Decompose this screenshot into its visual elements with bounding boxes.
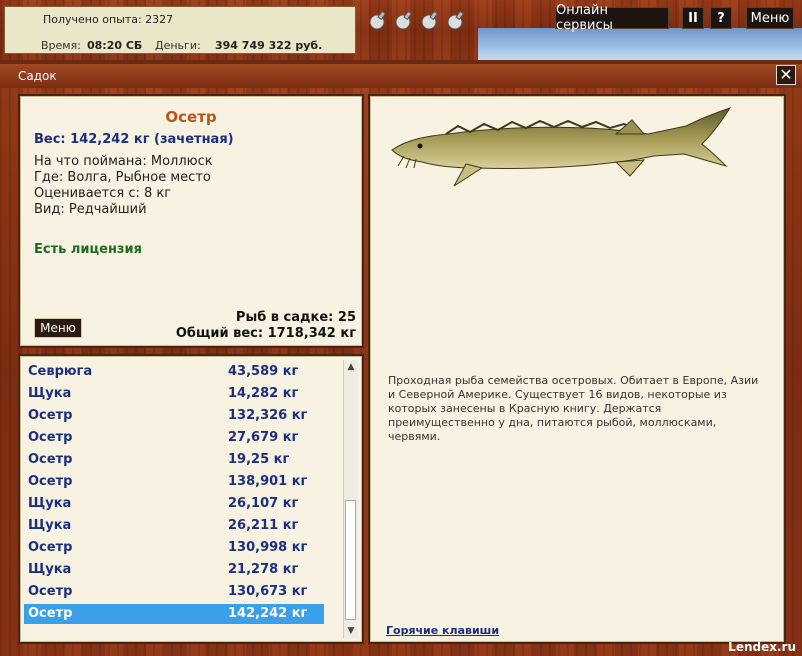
list-item[interactable]: Щука 26,211 кг [24,516,324,536]
bait-jar-icon[interactable] [420,10,440,30]
list-scrollbar[interactable]: ▲ ▼ [343,360,358,638]
sturgeon-image [391,107,732,187]
window-title: Садок [18,69,57,83]
scroll-thumb[interactable] [345,500,356,620]
list-item[interactable]: Осетр 142,242 кг [24,604,324,624]
list-item-weight: 19,25 кг [228,452,290,467]
list-item-fish-name: Щука [28,518,72,533]
list-item[interactable]: Щука 21,278 кг [24,560,324,580]
list-item-fish-name: Осетр [28,584,73,599]
list-item-fish-name: Севрюга [28,364,93,379]
list-item-weight: 21,278 кг [228,562,299,577]
license-status: Есть лицензия [34,242,142,257]
list-item-fish-name: Щука [28,386,72,401]
list-item-fish-name: Осетр [28,408,73,423]
fish-info-panel: Осетр Вес: 142,242 кг (зачетная) На что … [18,94,364,348]
watermark: Lendex.ru [728,640,796,654]
list-item[interactable]: Щука 26,107 кг [24,494,324,514]
help-button[interactable]: ? [710,7,732,29]
fish-list-panel: Севрюга 43,589 кг Щука 14,282 кг Осетр 132,32… [18,354,364,644]
rated-from-text: Оценивается с: 8 кг [34,186,172,201]
list-item[interactable]: Осетр 138,901 кг [24,472,324,492]
money-label: Деньги: [155,39,201,52]
time-label: Время: [41,39,81,52]
fish-name: Осетр [165,108,217,126]
scroll-up-arrow-icon[interactable]: ▲ [344,360,358,374]
rarity-text: Вид: Редчайший [34,202,147,217]
fish-count: Рыб в садке: 25 [235,310,356,325]
fish-description-text: Проходная рыба семейства осетровых. Обит… [388,374,759,443]
time-value: 08:20 СБ [87,39,143,52]
scroll-down-arrow-icon[interactable]: ▼ [344,624,358,638]
list-item-weight: 138,901 кг [228,474,308,489]
status-panel: Получено опыта: 2327 Время: 08:20 СБ Ден… [4,6,356,54]
list-item-weight: 130,673 кг [228,584,308,599]
list-item-fish-name: Щука [28,496,72,511]
list-item-weight: 142,242 кг [228,606,308,621]
close-button[interactable]: ✕ [776,65,796,85]
list-item-fish-name: Осетр [28,474,73,489]
list-item-fish-name: Осетр [28,606,73,621]
list-item-weight: 130,998 кг [228,540,308,555]
money-value: 394 749 322 руб. [215,39,323,52]
bait-jar-icon[interactable] [368,10,388,30]
pause-button[interactable]: II [682,7,704,29]
list-item-weight: 14,282 кг [228,386,299,401]
fish-weight: Вес: 142,242 кг (зачетная) [34,132,234,147]
fish-description-panel: Проходная рыба семейства осетровых. Обит… [368,94,786,644]
fish-menu-button[interactable]: Меню [34,318,82,338]
list-item-fish-name: Осетр [28,430,73,445]
list-item[interactable]: Осетр 27,679 кг [24,428,324,448]
online-services-button[interactable]: Онлайн сервисы [555,3,669,33]
list-item-weight: 26,107 кг [228,496,299,511]
window-title-bar: Садок ✕ [0,64,802,88]
list-item[interactable]: Осетр 130,998 кг [24,538,324,558]
list-item-fish-name: Щука [28,562,72,577]
caught-on-text: На что поймана: Моллюск [34,154,213,169]
list-item[interactable]: Осетр 130,673 кг [24,582,324,602]
experience-text: Получено опыта: 2327 [43,13,174,26]
list-item[interactable]: Осетр 132,326 кг [24,406,324,426]
list-item[interactable]: Севрюга 43,589 кг [24,362,324,382]
location-text: Где: Волга, Рыбное место [34,170,211,185]
main-menu-button[interactable]: Меню [746,7,794,29]
list-item-fish-name: Осетр [28,540,73,555]
list-item-weight: 26,211 кг [228,518,299,533]
bait-jar-icon[interactable] [446,10,466,30]
list-item[interactable]: Щука 14,282 кг [24,384,324,404]
hotkeys-link[interactable]: Горячие клавиши [386,624,499,637]
bait-jar-icon[interactable] [394,10,414,30]
list-item-weight: 132,326 кг [228,408,308,423]
top-bar: Получено опыта: 2327 Время: 08:20 СБ Ден… [0,0,802,60]
list-item-fish-name: Осетр [28,452,73,467]
total-weight: Общий вес: 1718,342 кг [175,326,356,341]
list-item[interactable]: Осетр 19,25 кг [24,450,324,470]
list-item-weight: 27,679 кг [228,430,299,445]
bait-slots [362,6,484,34]
list-item-weight: 43,589 кг [228,364,299,379]
